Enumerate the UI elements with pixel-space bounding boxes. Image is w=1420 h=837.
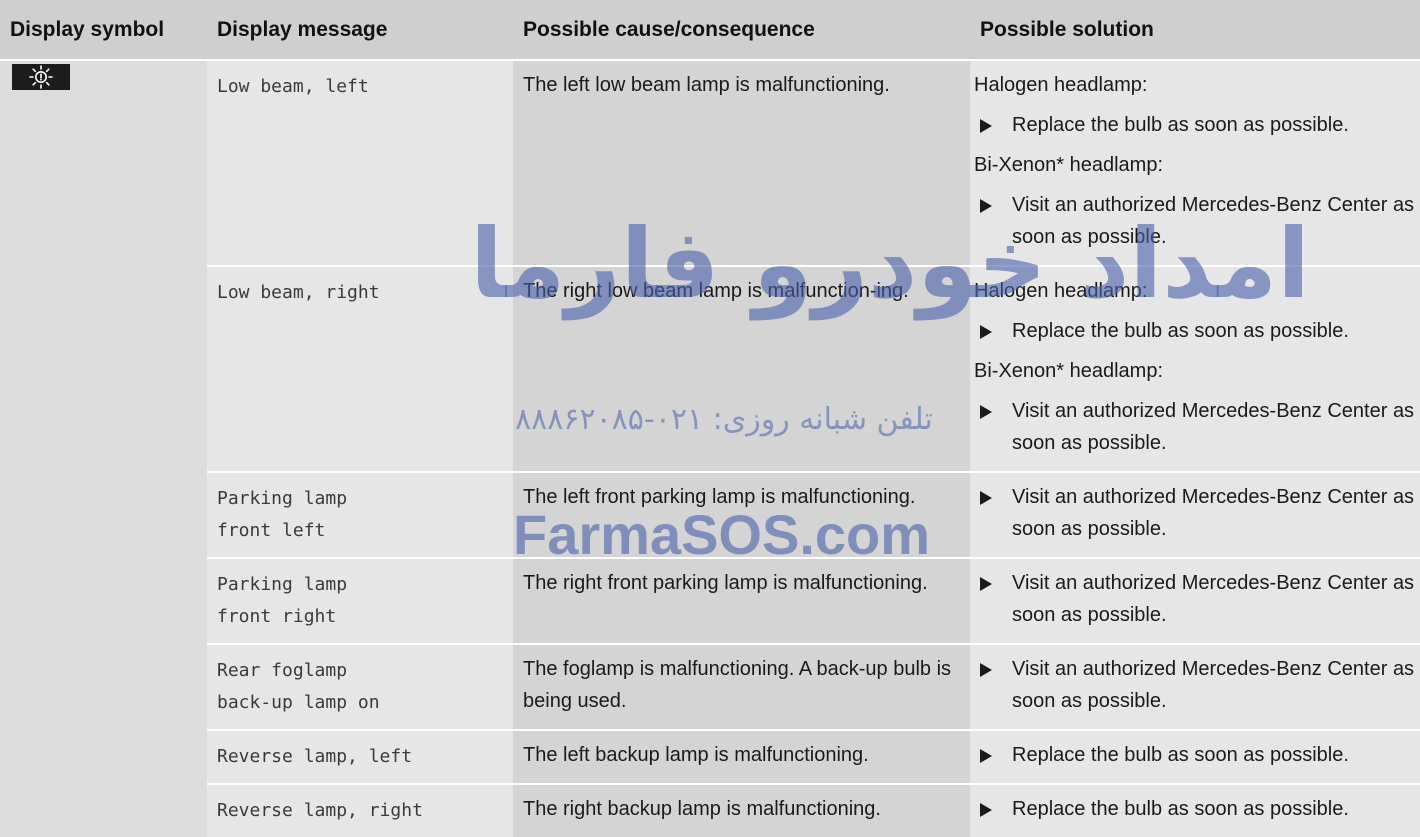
possible-cause-cell: The right low beam lamp is malfunction-i… — [513, 265, 970, 471]
display-message-cell: Parking lamp front left — [207, 471, 513, 557]
possible-cause-cell: The right backup lamp is malfunctioning. — [513, 783, 970, 837]
display-message-cell: Low beam, right — [207, 265, 513, 471]
table-row: Rear foglamp back-up lamp on The foglamp … — [0, 643, 1420, 729]
triangle-bullet-icon — [980, 663, 992, 677]
display-message-cell: Low beam, left — [207, 61, 513, 265]
table-row: Reverse lamp, left The left backup lamp i… — [0, 729, 1420, 783]
triangle-bullet-icon — [980, 325, 992, 339]
possible-cause-cell: The left front parking lamp is malfuncti… — [513, 471, 970, 557]
possible-solution-cell: Replace the bulb as soon as possible. — [970, 783, 1420, 837]
table-row: Low beam, right The right low beam lamp i… — [0, 265, 1420, 471]
triangle-bullet-icon — [980, 405, 992, 419]
display-message-cell: Reverse lamp, right — [207, 783, 513, 837]
possible-solution-cell: Visit an authorized Mercedes-Benz Center… — [970, 471, 1420, 557]
solution-heading: Halogen headlamp: — [974, 280, 1148, 302]
triangle-bullet-icon — [980, 119, 992, 133]
display-message-cell: Rear foglamp back-up lamp on — [207, 643, 513, 729]
triangle-bullet-icon — [980, 577, 992, 591]
display-message-cell: Reverse lamp, left — [207, 729, 513, 783]
table-row: Parking lamp front left The left front pa… — [0, 471, 1420, 557]
exterior-lighting-malfunction-icon — [12, 64, 70, 90]
possible-solution-cell: Replace the bulb as soon as possible. — [970, 729, 1420, 783]
table-body: Low beam, left The left low beam lamp is … — [0, 61, 1420, 837]
table-header-row: Display symbol Display message Possible … — [0, 0, 1420, 61]
solution-step: Replace the bulb as soon as possible. — [974, 791, 1420, 831]
header-display-message: Display message — [207, 0, 513, 61]
display-messages-table: Display symbol Display message Possible … — [0, 0, 1420, 837]
solution-step: Visit an authorized Mercedes-Benz Center… — [974, 651, 1420, 723]
solution-step-text: Visit an authorized Mercedes-Benz Center… — [1012, 194, 1415, 248]
solution-step-text: Replace the bulb as soon as possible. — [1012, 114, 1349, 136]
solution-step: Replace the bulb as soon as possible. — [974, 107, 1420, 147]
display-message-cell: Parking lamp front right — [207, 557, 513, 643]
possible-solution-cell: Halogen headlamp: Replace the bulb as soo… — [970, 61, 1420, 265]
solution-heading: Bi-Xenon* headlamp: — [974, 360, 1164, 382]
solution-step: Visit an authorized Mercedes-Benz Center… — [974, 187, 1420, 259]
header-possible-solution: Possible solution — [970, 0, 1420, 61]
table-row: Low beam, left The left low beam lamp is … — [0, 61, 1420, 837]
table-row: Reverse lamp, right The right backup lamp… — [0, 783, 1420, 837]
manual-page: Display symbol Display message Possible … — [0, 0, 1420, 837]
possible-solution-cell: Visit an authorized Mercedes-Benz Center… — [970, 643, 1420, 729]
solution-step: Replace the bulb as soon as possible. — [974, 737, 1420, 777]
possible-solution-cell: Visit an authorized Mercedes-Benz Center… — [970, 557, 1420, 643]
triangle-bullet-icon — [980, 803, 992, 817]
solution-step-text: Replace the bulb as soon as possible. — [1012, 320, 1349, 342]
header-possible-cause: Possible cause/consequence — [513, 0, 970, 61]
solution-heading: Halogen headlamp: — [974, 74, 1148, 96]
triangle-bullet-icon — [980, 491, 992, 505]
possible-cause-cell: The left backup lamp is malfunctioning. — [513, 729, 970, 783]
possible-solution-cell: Halogen headlamp: Replace the bulb as soo… — [970, 265, 1420, 471]
table-row: Parking lamp front right The right front … — [0, 557, 1420, 643]
display-symbol-cell — [0, 61, 207, 837]
possible-cause-cell: The left low beam lamp is malfunctioning… — [513, 61, 970, 265]
solution-step-text: Visit an authorized Mercedes-Benz Center… — [1012, 658, 1415, 712]
solution-step-text: Visit an authorized Mercedes-Benz Center… — [1012, 400, 1415, 454]
solution-step: Visit an authorized Mercedes-Benz Center… — [974, 565, 1420, 637]
triangle-bullet-icon — [980, 749, 992, 763]
solution-step: Visit an authorized Mercedes-Benz Center… — [974, 393, 1420, 465]
header-display-symbol: Display symbol — [0, 0, 207, 61]
solution-step: Replace the bulb as soon as possible. — [974, 313, 1420, 353]
solution-step: Visit an authorized Mercedes-Benz Center… — [974, 479, 1420, 551]
solution-step-text: Replace the bulb as soon as possible. — [1012, 744, 1349, 766]
solution-step-text: Replace the bulb as soon as possible. — [1012, 798, 1349, 820]
solution-heading: Bi-Xenon* headlamp: — [974, 154, 1164, 176]
possible-cause-cell: The foglamp is malfunctioning. A back-up… — [513, 643, 970, 729]
solution-step-text: Visit an authorized Mercedes-Benz Center… — [1012, 572, 1415, 626]
solution-step-text: Visit an authorized Mercedes-Benz Center… — [1012, 486, 1415, 540]
possible-cause-cell: The right front parking lamp is malfunct… — [513, 557, 970, 643]
triangle-bullet-icon — [980, 199, 992, 213]
